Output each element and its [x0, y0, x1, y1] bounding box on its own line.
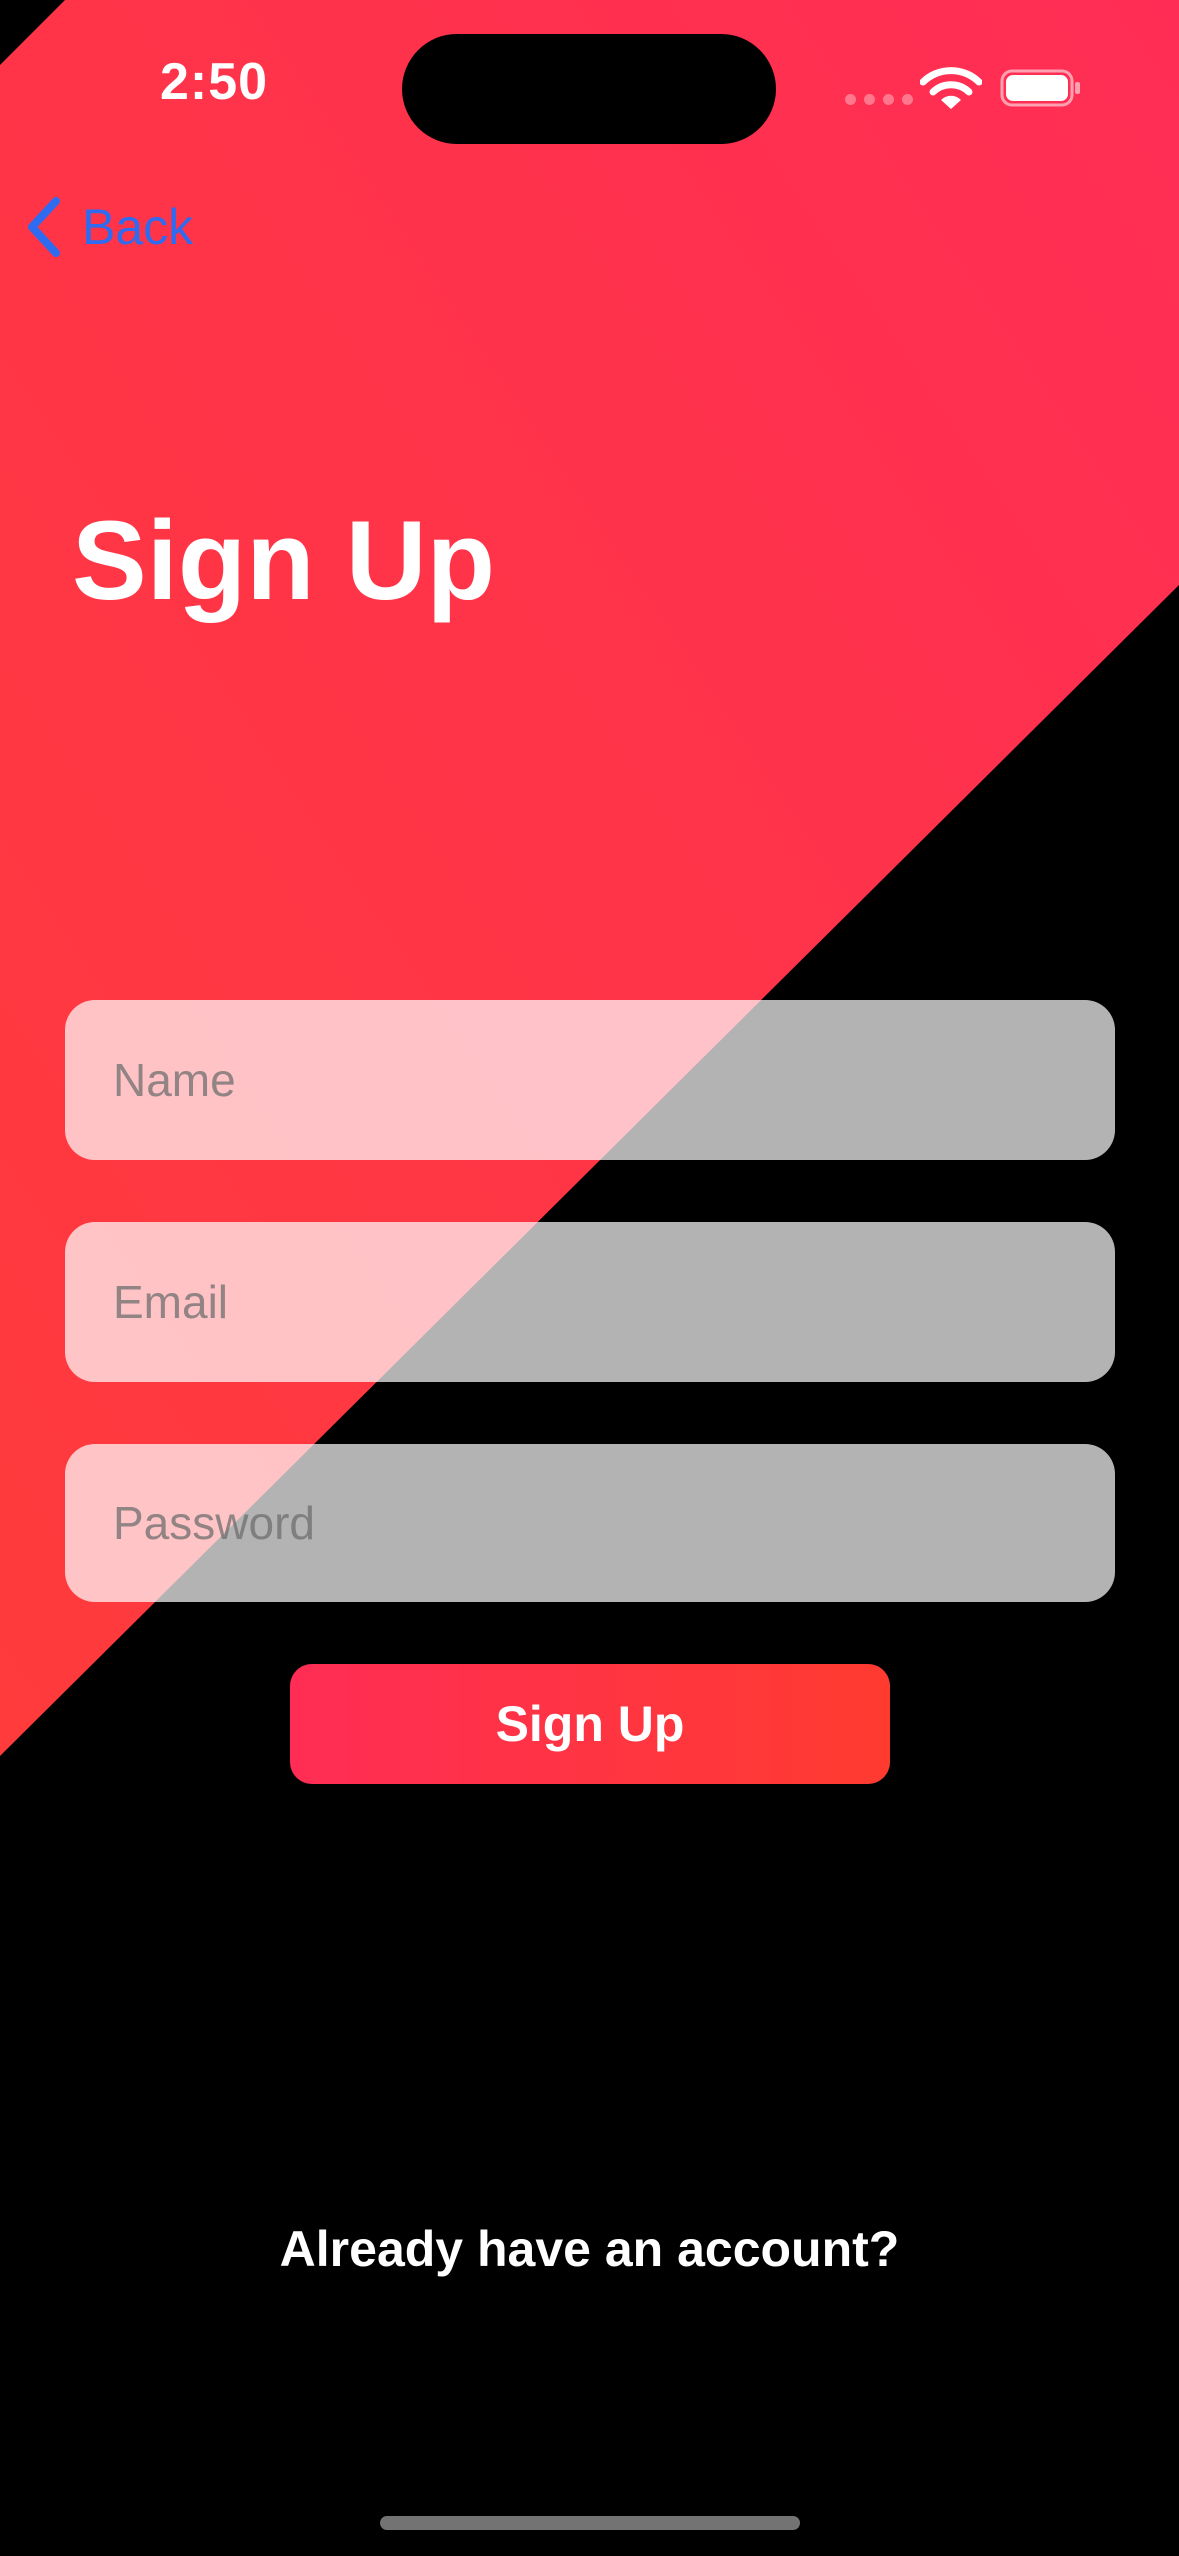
home-indicator	[380, 2516, 800, 2530]
wifi-icon	[920, 67, 982, 109]
page-title: Sign Up	[72, 498, 496, 623]
dynamic-island	[402, 34, 776, 144]
back-button[interactable]: Back	[26, 194, 193, 260]
sign-up-button[interactable]: Sign Up	[290, 1664, 890, 1784]
chevron-left-icon	[28, 197, 60, 257]
already-have-account-link[interactable]: Already have an account?	[0, 2220, 1179, 2278]
back-label: Back	[82, 199, 194, 255]
battery-icon	[1000, 69, 1080, 107]
status-bar-time: 2:50	[160, 53, 269, 111]
password-field[interactable]	[65, 1444, 1115, 1602]
name-field[interactable]	[65, 1000, 1115, 1160]
email-field[interactable]	[65, 1222, 1115, 1382]
cellular-signal-icon	[845, 94, 913, 105]
